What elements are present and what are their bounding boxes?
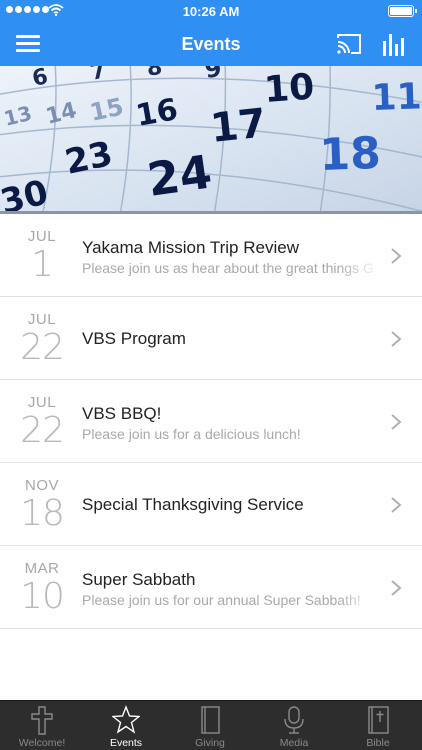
- events-list: JUL 1 Yakama Mission Trip Review Please joi…: [0, 214, 422, 629]
- event-day: 1: [31, 244, 54, 285]
- cast-icon[interactable]: [336, 32, 362, 56]
- chevron-right-icon: [391, 580, 402, 596]
- chevron-right-icon: [391, 248, 402, 264]
- bible-icon: [368, 706, 389, 734]
- event-title: Special Thanksgiving Service: [82, 495, 304, 514]
- event-title: VBS BBQ!: [82, 404, 162, 423]
- banner-number: 24: [144, 145, 215, 207]
- event-month: NOV: [24, 477, 59, 494]
- chevron-right-icon: [391, 414, 402, 430]
- event-row[interactable]: NOV 18 Special Thanksgiving Service: [0, 463, 422, 546]
- tab-events[interactable]: Events: [84, 701, 168, 750]
- event-row[interactable]: JUL 1 Yakama Mission Trip Review Please joi…: [0, 214, 422, 297]
- tab-label: Media: [279, 737, 309, 749]
- banner-number: 10: [263, 67, 316, 111]
- event-day: 22: [20, 410, 65, 451]
- chevron-right-icon: [391, 331, 402, 347]
- banner-number: 23: [62, 134, 117, 183]
- tab-label: Events: [109, 737, 143, 749]
- nav-bar: Events: [0, 22, 422, 66]
- calendar-banner-image: 6 7 8 9 10 11 13 14 15 16 17 18 23 24 30: [0, 66, 422, 214]
- tab-welcome[interactable]: Welcome!: [0, 701, 84, 750]
- event-description: Please join us for a delicious lunch!: [82, 426, 301, 442]
- event-title: VBS Program: [82, 329, 186, 348]
- status-time: 10:26 AM: [182, 4, 240, 19]
- book-icon: [201, 706, 220, 734]
- banner-number: 16: [133, 92, 180, 134]
- battery-icon: [388, 5, 417, 17]
- tab-bible[interactable]: Bible: [336, 701, 420, 750]
- event-title: Super Sabbath: [82, 570, 196, 589]
- star-icon: [112, 705, 140, 734]
- event-month: MAR: [24, 560, 60, 577]
- event-month: JUL: [27, 228, 57, 245]
- banner-number: 6: [30, 66, 50, 92]
- tab-media[interactable]: Media: [252, 701, 336, 750]
- microphone-icon: [284, 706, 304, 734]
- event-title: Yakama Mission Trip Review: [82, 238, 299, 257]
- banner-number: 18: [319, 128, 382, 181]
- tab-giving[interactable]: Giving: [168, 701, 252, 750]
- tab-bar: Welcome! Events Giving Media Bible: [0, 700, 422, 750]
- banner-number: 13: [1, 101, 34, 131]
- bar-chart-icon[interactable]: [382, 31, 406, 57]
- banner-number: 30: [0, 172, 52, 214]
- event-month: JUL: [27, 311, 57, 328]
- banner-number: 15: [87, 93, 125, 127]
- status-bar: 10:26 AM: [0, 0, 422, 22]
- banner-number: 9: [203, 66, 223, 84]
- banner-number: 11: [371, 76, 422, 119]
- cross-icon: [31, 706, 53, 735]
- event-month: JUL: [27, 394, 57, 411]
- chevron-right-icon: [391, 497, 402, 513]
- event-row[interactable]: JUL 22 VBS BBQ! Please join us for a delici…: [0, 380, 422, 463]
- tab-label: Welcome!: [18, 737, 66, 749]
- event-day: 18: [20, 493, 65, 534]
- event-day: 10: [20, 576, 65, 617]
- event-description: Please join us for our annual Super Sabb…: [82, 592, 361, 608]
- banner-number: 14: [43, 98, 79, 130]
- tab-label: Bible: [366, 737, 390, 749]
- event-day: 22: [20, 327, 65, 368]
- event-description: Please join us as hear about the great t…: [82, 260, 374, 276]
- event-row[interactable]: JUL 22 VBS Program: [0, 297, 422, 380]
- tab-label: Giving: [195, 737, 225, 749]
- banner-number: 17: [208, 100, 268, 152]
- banner-number: 7: [88, 66, 108, 86]
- event-row[interactable]: MAR 10 Super Sabbath Please join us for our…: [0, 546, 422, 629]
